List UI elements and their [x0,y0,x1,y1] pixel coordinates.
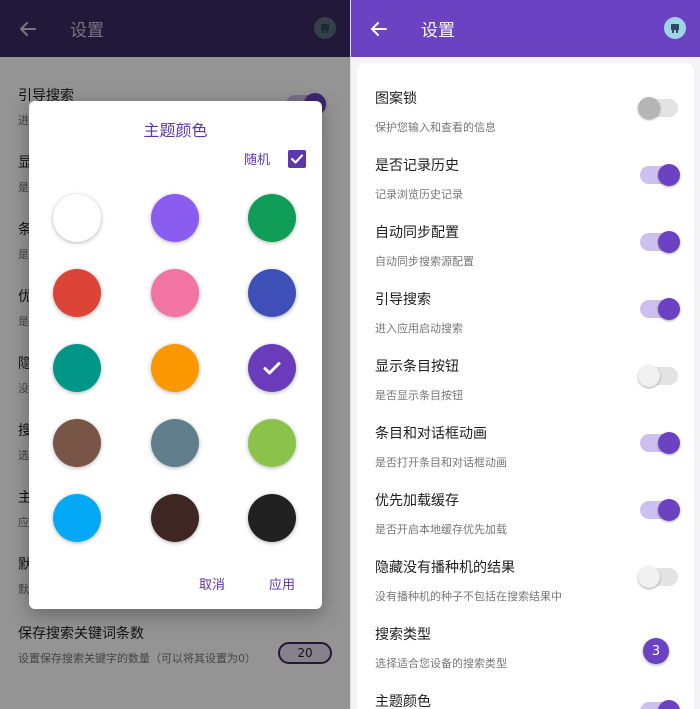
toggle-knob [658,231,680,253]
color-swatch[interactable] [53,494,101,542]
dialog-title: 主题颜色 [143,121,208,140]
toggle-knob [658,499,680,521]
random-checkbox[interactable] [288,149,306,168]
setting-subtitle: 是否打开条目和对话框动画 [375,456,507,469]
cancel-button[interactable]: 取消 [199,574,225,593]
right-app-bar: 设置 [351,0,700,57]
toggle-knob [658,164,680,186]
color-swatch[interactable] [53,269,101,317]
color-swatch[interactable] [248,419,296,467]
color-swatch[interactable] [248,344,296,392]
setting-toggle[interactable] [640,298,680,320]
color-swatch[interactable] [151,194,199,242]
setting-subtitle: 是否开启本地缓存优先加载 [375,523,507,536]
toggle-knob [638,97,660,119]
setting-subtitle: 保护您输入和查看的信息 [375,121,496,134]
setting-subtitle: 是否显示条目按钮 [375,389,463,402]
right-page-title: 设置 [421,21,455,41]
apply-button[interactable]: 应用 [269,574,295,593]
color-swatch[interactable] [53,194,101,242]
setting-toggle[interactable] [640,499,680,521]
settings-list: 图案锁 保护您输入和查看的信息 是否记录历史 记录浏览历史记录 自动同步配置 自动同步搜索… [357,63,694,709]
theme-color-indicator[interactable] [640,700,680,709]
setting-toggle[interactable] [640,164,680,186]
theme-color-dialog: 主题颜色 随机 取消 应用 [29,101,322,609]
setting-toggle[interactable] [640,231,680,253]
random-option: 随机 [244,149,306,168]
right-screen: 设置 图案锁 保护您输入和查看的信息 是否记录历史 记录浏览历史记录 自动同步配置 自动同… [351,0,700,709]
color-swatch[interactable] [248,194,296,242]
checkmark-icon [290,153,304,164]
search-type-badge[interactable]: 3 [643,638,669,664]
color-swatch[interactable] [151,419,199,467]
color-swatch[interactable] [151,344,199,392]
toggle-knob [638,566,660,588]
color-swatch[interactable] [151,269,199,317]
avatar-icon[interactable] [664,17,686,39]
arrow-left-icon [371,21,387,36]
setting-subtitle: 进入应用启动搜索 [375,322,463,335]
toggle-knob [638,365,660,387]
setting-subtitle: 记录浏览历史记录 [375,188,463,201]
color-swatch[interactable] [53,344,101,392]
color-swatch[interactable] [248,269,296,317]
checkmark-icon [263,362,281,375]
random-label: 随机 [243,153,270,168]
color-swatch[interactable] [151,494,199,542]
color-swatch[interactable] [53,419,101,467]
left-screen: 设置 引导搜索进显是条是优是隐没搜选主应默默保存搜索关键词条数 设置保存搜索关键字… [0,0,350,709]
toggle-knob [658,298,680,320]
setting-toggle[interactable] [638,97,678,119]
toggle-knob [658,432,680,454]
setting-subtitle: 没有播种机的种子不包括在搜索结果中 [375,590,562,603]
setting-toggle[interactable] [638,365,678,387]
setting-subtitle: 自动同步搜索源配置 [375,255,474,268]
setting-toggle[interactable] [640,432,680,454]
setting-toggle[interactable] [638,566,678,588]
watermark-text: 西西软件园 www.cr173.com [560,690,694,701]
right-back-button[interactable] [365,15,393,43]
color-swatch[interactable] [248,494,296,542]
